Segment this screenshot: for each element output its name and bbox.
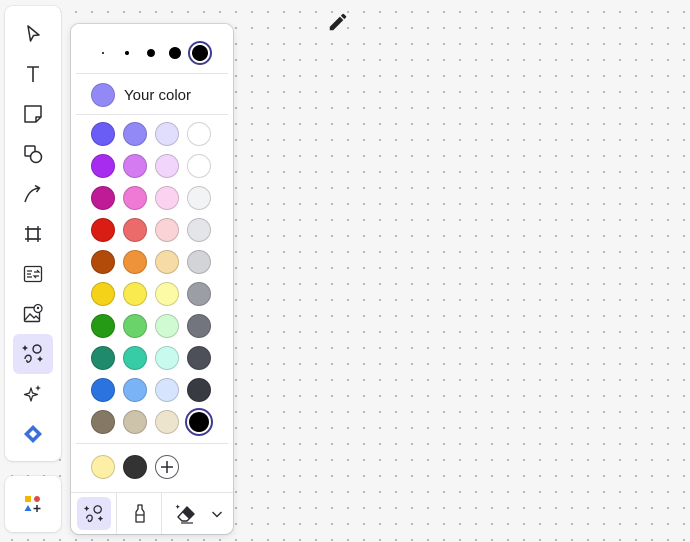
color-swatch[interactable] [123,282,147,306]
color-swatch[interactable] [91,154,115,178]
pen-settings-panel: Your color [71,24,233,534]
image-tool-button[interactable] [13,294,53,334]
color-swatch[interactable] [123,250,147,274]
color-swatch[interactable] [123,410,147,434]
stroke-size-option[interactable] [125,51,129,55]
your-color-label: Your color [124,86,191,104]
eraser-tab[interactable] [168,497,202,530]
color-swatch[interactable] [155,154,179,178]
color-swatch[interactable] [123,346,147,370]
color-swatch[interactable] [91,282,115,306]
color-swatch[interactable] [123,122,147,146]
more-tab[interactable] [205,497,229,530]
color-swatch[interactable] [155,186,179,210]
sticky-note-tool-button[interactable] [13,94,53,134]
stroke-size-picker [71,24,233,74]
text-t-icon [27,66,39,82]
color-swatch[interactable] [155,122,179,146]
shapes-icon [24,145,43,164]
shapes-tab[interactable] [77,497,111,530]
your-color-button[interactable]: Your color [91,82,191,108]
color-swatch-fill [189,412,209,432]
recent-color-swatch[interactable] [123,455,147,479]
curved-arrow-icon [24,184,41,203]
divider [76,443,228,444]
color-swatch[interactable] [187,378,211,402]
add-color-button[interactable] [155,455,179,479]
color-swatch[interactable] [123,218,147,242]
color-swatch[interactable] [155,250,179,274]
color-swatch[interactable] [187,250,211,274]
pen-type-tabs [71,492,233,534]
color-swatch[interactable] [155,378,179,402]
sticky-note-icon [24,105,42,123]
stroke-size-option[interactable] [147,49,155,57]
stroke-size-option[interactable] [102,52,104,54]
color-swatch[interactable] [91,378,115,402]
color-swatch[interactable] [123,314,147,338]
connector-tool-button[interactable] [13,174,53,214]
diamond-logo-icon [24,425,42,443]
color-swatch[interactable] [155,282,179,306]
cursor-arrow-icon [27,25,40,42]
divider [76,73,228,74]
color-swatch[interactable] [91,218,115,242]
color-swatch[interactable] [187,314,211,338]
divider [76,114,228,115]
text-tool-button[interactable] [13,54,53,94]
text-swap-icon [23,265,43,283]
color-swatch[interactable] [187,186,211,210]
draw-tool-button[interactable] [13,334,53,374]
color-swatch[interactable] [91,250,115,274]
tab-separator [116,493,117,534]
color-swatch[interactable] [123,186,147,210]
frame-tool-button[interactable] [13,214,53,254]
color-swatch[interactable] [187,218,211,242]
draw-shapes-icon [22,344,43,363]
pen-tab[interactable] [123,497,157,530]
apps-add-icon [24,496,41,512]
tab-separator [161,493,162,534]
color-swatch[interactable] [91,186,115,210]
color-swatch[interactable] [91,346,115,370]
stroke-size-option-selected[interactable] [188,41,212,65]
stroke-size-option[interactable] [169,47,181,59]
color-swatch[interactable] [91,122,115,146]
text-format-tool-button[interactable] [13,254,53,294]
frame-icon [25,226,41,242]
color-swatch[interactable] [155,314,179,338]
draw-shapes-icon [83,504,104,522]
select-tool-button[interactable] [13,14,53,54]
stroke-size-dot [192,45,208,61]
color-swatch[interactable] [187,154,211,178]
sparkle-icon [23,385,41,402]
your-color-swatch [91,83,115,107]
marker-icon [135,503,145,523]
chevron-down-icon [212,511,222,517]
color-swatch[interactable] [187,346,211,370]
color-swatch[interactable] [155,218,179,242]
recent-color-swatch[interactable] [91,455,115,479]
plus-icon [161,461,173,473]
color-swatch[interactable] [91,410,115,434]
main-toolbar [5,6,61,461]
image-icon [23,303,43,323]
shapes-tool-button[interactable] [13,134,53,174]
color-swatch[interactable] [123,378,147,402]
more-apps-button[interactable] [5,476,61,532]
pencil-icon [327,11,349,33]
color-swatch[interactable] [187,282,211,306]
eraser-icon [175,504,195,524]
color-swatch-selected[interactable] [185,408,213,436]
color-swatch[interactable] [91,314,115,338]
color-swatch[interactable] [187,122,211,146]
ai-tool-button[interactable] [13,374,53,414]
color-swatch[interactable] [123,154,147,178]
color-swatch[interactable] [155,410,179,434]
color-swatch[interactable] [155,346,179,370]
app-tool-button[interactable] [13,414,53,454]
